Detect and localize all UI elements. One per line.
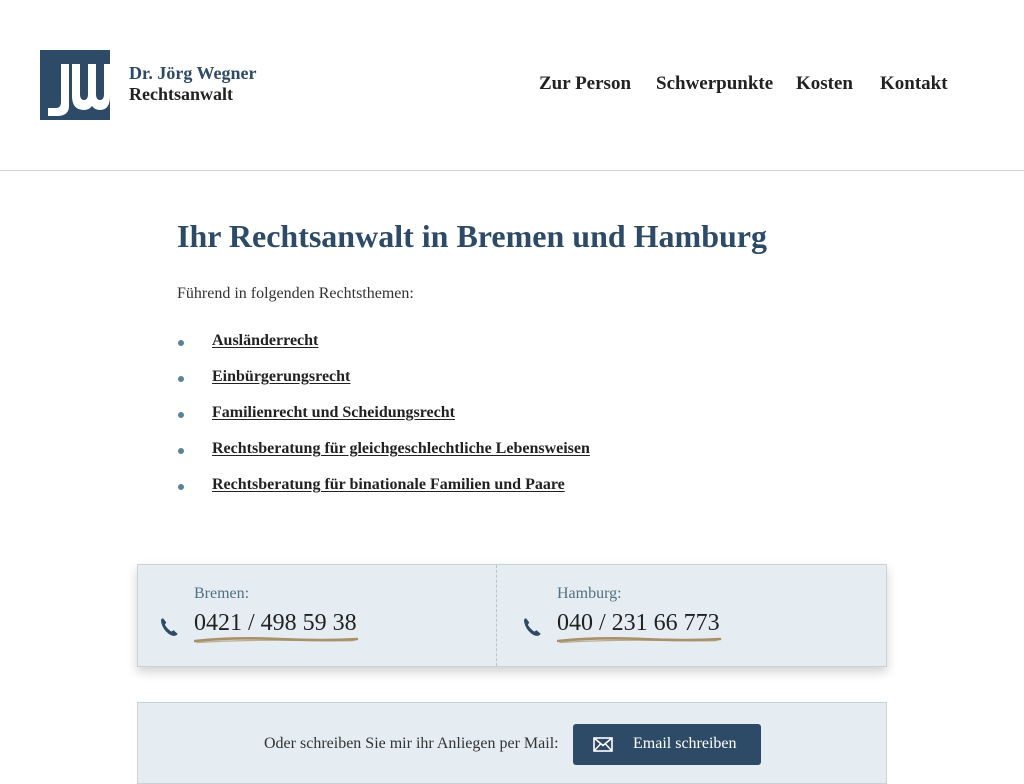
nav-kontakt[interactable]: Kontakt: [880, 73, 948, 97]
list-item: Familienrecht und Scheidungsrecht: [177, 404, 590, 440]
list-item: Einbürgerungsrecht: [177, 368, 590, 404]
phone-city-label: Bremen:: [194, 585, 250, 602]
mail-panel: Oder schreiben Sie mir ihr Anliegen per …: [137, 702, 887, 784]
brush-underline: [194, 637, 359, 644]
jw-logo[interactable]: [40, 50, 110, 120]
phone-panel: Bremen: 0421 / 498 59 38 Hamburg: 040 / …: [137, 564, 887, 667]
envelope-icon: [593, 737, 613, 752]
nav-zur-person[interactable]: Zur Person: [539, 73, 631, 97]
divider: [496, 565, 497, 666]
phone-block-hamburg: Hamburg: 040 / 231 66 773: [521, 565, 821, 666]
phone-city-label: Hamburg:: [557, 585, 622, 602]
brush-underline: [557, 637, 722, 644]
phone-icon: [524, 618, 541, 636]
topic-link-binationale[interactable]: Rechtsberatung für binationale Familien …: [212, 476, 565, 493]
topic-link-gleichgeschlechtliche[interactable]: Rechtsberatung für gleichgeschlechtliche…: [212, 440, 590, 457]
mail-prompt: Oder schreiben Sie mir ihr Anliegen per …: [264, 735, 559, 752]
brand-name: Dr. Jörg Wegner: [129, 63, 257, 83]
topic-link-familienrecht[interactable]: Familienrecht und Scheidungsrecht: [212, 404, 455, 421]
bullet-icon: [178, 340, 184, 346]
phone-icon: [161, 618, 178, 636]
list-item: Ausländerrecht: [177, 332, 590, 368]
bullet-icon: [178, 484, 184, 490]
intro-text: Führend in folgenden Rechtsthemen:: [177, 285, 414, 302]
site-header: Dr. Jörg Wegner Rechtsanwalt Zur Person …: [0, 0, 1024, 171]
brand-title: Rechtsanwalt: [129, 84, 233, 104]
topic-list: Ausländerrecht Einbürgerungsrecht Famili…: [177, 332, 590, 512]
page-title: Ihr Rechtsanwalt in Bremen und Hamburg: [177, 218, 767, 254]
topic-link-einbuergerungsrecht[interactable]: Einbürgerungsrecht: [212, 368, 350, 385]
topic-link-auslaenderrecht[interactable]: Ausländerrecht: [212, 332, 318, 349]
nav-kosten[interactable]: Kosten: [796, 73, 853, 97]
phone-number-hamburg[interactable]: 040 / 231 66 773: [557, 610, 720, 637]
phone-number-bremen[interactable]: 0421 / 498 59 38: [194, 610, 357, 637]
brand[interactable]: Dr. Jörg Wegner Rechtsanwalt: [129, 63, 257, 105]
email-button-label: Email schreiben: [633, 735, 737, 752]
email-button[interactable]: Email schreiben: [573, 724, 761, 765]
list-item: Rechtsberatung für gleichgeschlechtliche…: [177, 440, 590, 476]
phone-block-bremen: Bremen: 0421 / 498 59 38: [158, 565, 458, 666]
bullet-icon: [178, 448, 184, 454]
nav-schwerpunkte[interactable]: Schwerpunkte: [656, 73, 773, 97]
list-item: Rechtsberatung für binationale Familien …: [177, 476, 590, 512]
bullet-icon: [178, 376, 184, 382]
bullet-icon: [178, 412, 184, 418]
